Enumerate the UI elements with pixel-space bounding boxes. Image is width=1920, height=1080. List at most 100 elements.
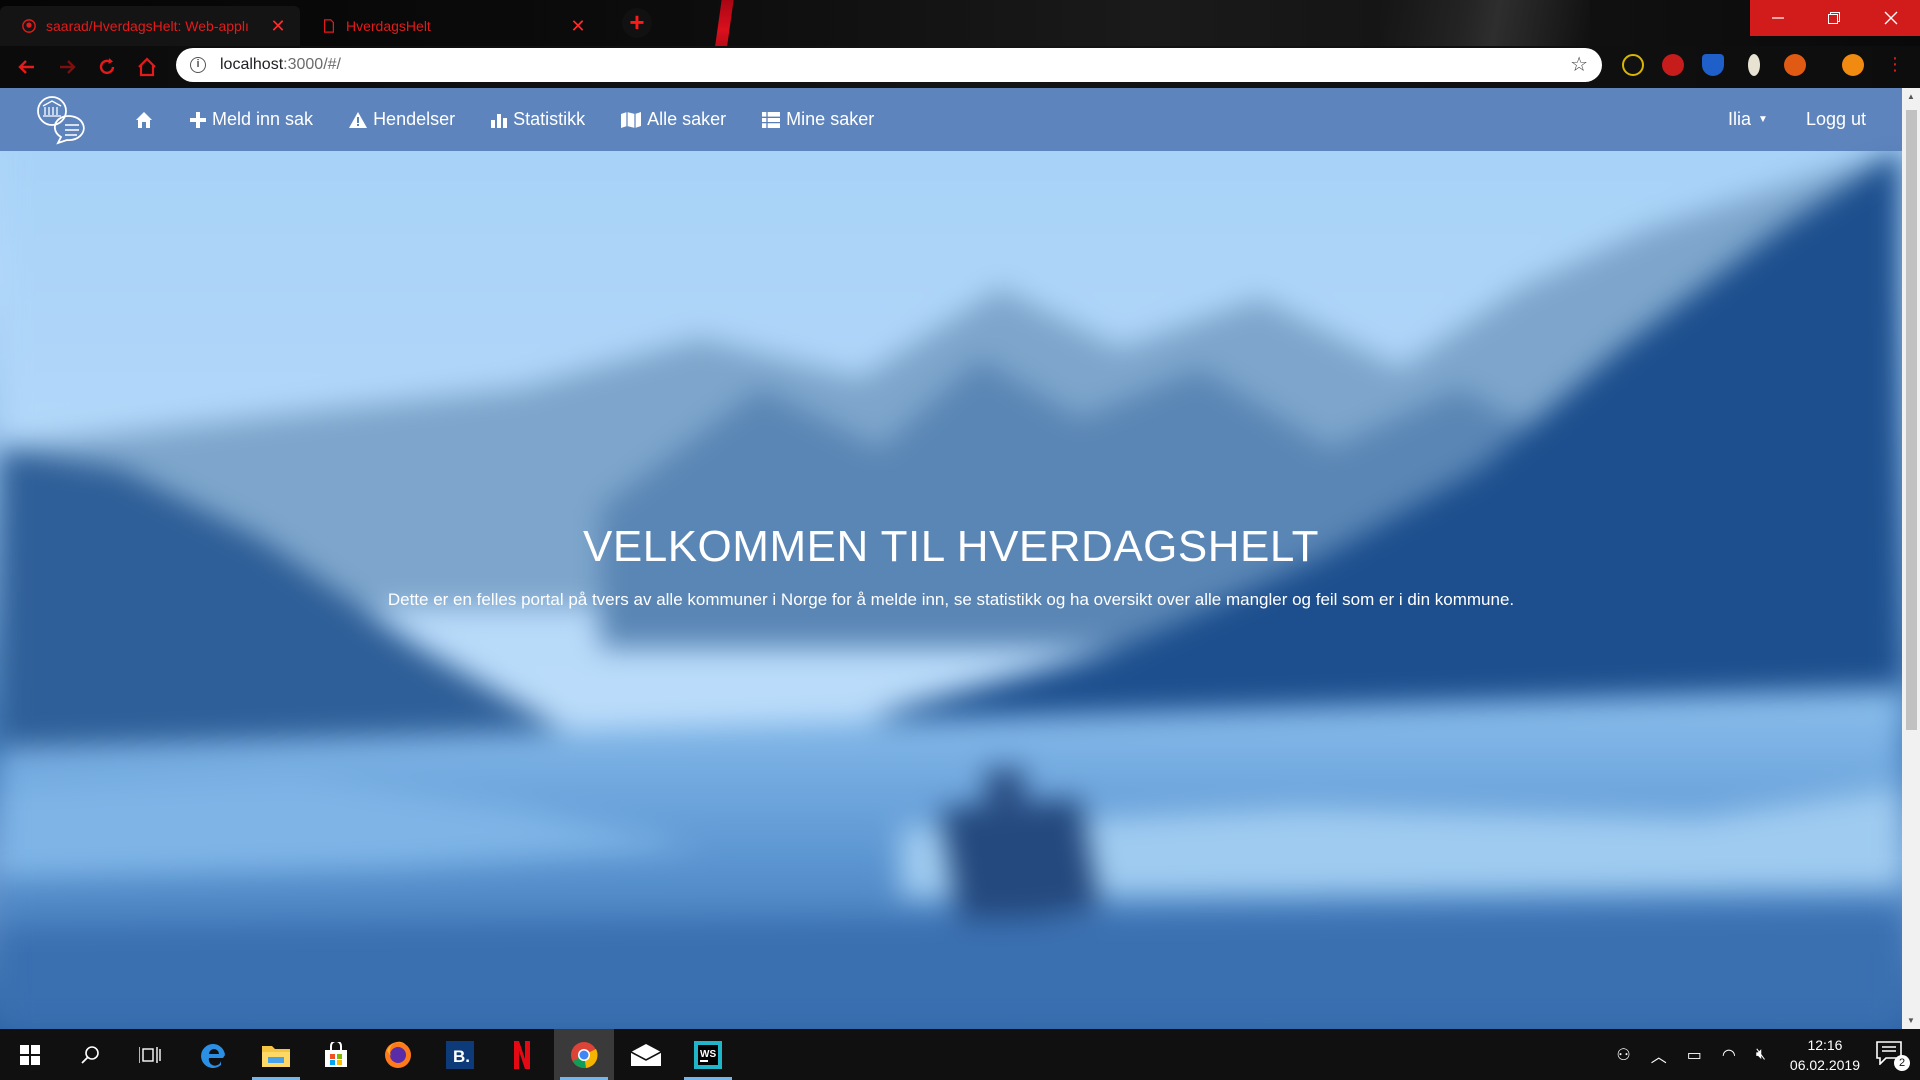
- chrome-icon: [571, 1041, 598, 1068]
- nav-label: Mine saker: [786, 109, 875, 129]
- caret-down-icon: ▼: [1758, 114, 1768, 125]
- action-center-button[interactable]: 2: [1876, 1040, 1910, 1071]
- close-icon: [1884, 11, 1898, 25]
- extension-check-icon[interactable]: [1622, 54, 1644, 76]
- bar-chart-icon: [491, 113, 508, 128]
- netflix-icon: [514, 1040, 530, 1069]
- github-icon: [22, 19, 36, 33]
- browser-tab-strip: saarad/HverdagsHelt: Web-applı ✕ Hverdag…: [0, 0, 1920, 46]
- scrollbar-thumb[interactable]: [1906, 110, 1917, 730]
- page-viewport: Meld inn sak Hendelser Statistikk Alle s…: [0, 88, 1902, 1029]
- taskbar-clock[interactable]: 12:16 06.02.2019: [1790, 1035, 1860, 1075]
- site-navbar: Meld inn sak Hendelser Statistikk Alle s…: [0, 88, 1902, 151]
- scroll-up-icon[interactable]: ▲: [1902, 92, 1920, 101]
- people-icon[interactable]: ⚇: [1616, 1045, 1630, 1065]
- nav-right: Ilia ▼ Logg ut: [1728, 88, 1866, 151]
- mail-icon: [631, 1043, 661, 1066]
- hero-section: VELKOMMEN TIL HVERDAGSHELT Dette er en f…: [0, 522, 1902, 610]
- tab-github[interactable]: saarad/HverdagsHelt: Web-applı ✕: [0, 6, 300, 46]
- restore-button[interactable]: [1806, 0, 1862, 36]
- nav-home[interactable]: [134, 88, 154, 151]
- task-view-button[interactable]: [120, 1029, 180, 1080]
- notification-count-badge: 2: [1894, 1054, 1910, 1071]
- nav-label: Hendelser: [373, 109, 456, 129]
- taskbar-mail[interactable]: [616, 1029, 676, 1080]
- taskbar-search-button[interactable]: [60, 1029, 120, 1080]
- plus-icon: [190, 111, 206, 128]
- url-text[interactable]: localhost:3000/#/: [220, 56, 1570, 74]
- home-outline-icon: [138, 57, 156, 77]
- minimize-icon: [1772, 17, 1784, 19]
- logout-link[interactable]: Logg ut: [1806, 109, 1866, 130]
- system-tray: ⚇ ︿ ▭ ◠ 🔇︎ 12:16 06.02.2019 2: [1606, 1029, 1920, 1080]
- page-scrollbar[interactable]: ▲ ▼: [1902, 88, 1920, 1029]
- battery-icon[interactable]: ▭: [1687, 1045, 1702, 1065]
- taskbar-netflix[interactable]: [492, 1029, 552, 1080]
- tab-close-icon[interactable]: ✕: [270, 17, 286, 35]
- url-path: :3000/#/: [283, 56, 341, 73]
- forward-arrow-icon: [60, 60, 76, 74]
- map-icon: [621, 111, 642, 128]
- wallpaper-streak: [708, 0, 736, 46]
- nav-label: Alle saker: [647, 109, 727, 129]
- address-bar[interactable]: i localhost:3000/#/ ☆: [176, 48, 1602, 82]
- nav-label: Meld inn sak: [212, 109, 314, 129]
- extension-orange-icon[interactable]: [1784, 54, 1806, 76]
- nav-statistikk[interactable]: Statistikk: [491, 88, 585, 151]
- windows-logo-icon: [20, 1044, 40, 1065]
- nav-label: Statistikk: [513, 109, 586, 129]
- reload-icon: [99, 58, 115, 75]
- home-button[interactable]: [136, 56, 158, 78]
- hero-subtitle: Dette er en felles portal på tvers av al…: [387, 590, 1515, 609]
- minimize-button[interactable]: [1750, 0, 1806, 36]
- taskbar-booking[interactable]: B.: [430, 1029, 490, 1080]
- tab-title: HverdagsHelt: [346, 18, 431, 34]
- user-menu-dropdown[interactable]: Ilia ▼: [1728, 109, 1768, 130]
- new-tab-button[interactable]: +: [622, 8, 652, 38]
- back-button[interactable]: [16, 56, 38, 78]
- bookmark-star-icon[interactable]: ☆: [1570, 55, 1588, 75]
- info-icon[interactable]: i: [190, 57, 206, 73]
- back-arrow-icon: [18, 60, 34, 74]
- nav-alle-saker[interactable]: Alle saker: [621, 88, 726, 151]
- tab-close-icon[interactable]: ✕: [570, 17, 586, 35]
- browser-menu-icon[interactable]: ⋮: [1886, 54, 1904, 76]
- forward-button[interactable]: [56, 56, 78, 78]
- close-window-button[interactable]: [1862, 0, 1920, 36]
- clock-time: 12:16: [1807, 1036, 1843, 1053]
- tab-hverdagshelt[interactable]: HverdagsHelt ✕: [300, 6, 600, 46]
- chevron-up-icon[interactable]: ︿: [1651, 1043, 1667, 1067]
- taskbar-file-explorer[interactable]: [246, 1029, 306, 1080]
- taskbar-edge[interactable]: [184, 1029, 244, 1080]
- volume-muted-icon[interactable]: 🔇︎: [1756, 1046, 1766, 1064]
- clock-date: 06.02.2019: [1789, 1056, 1860, 1073]
- search-icon: [81, 1045, 99, 1064]
- hverdagshelt-logo[interactable]: [33, 93, 85, 145]
- scroll-down-icon[interactable]: ▼: [1902, 1016, 1920, 1025]
- list-icon: [762, 111, 781, 128]
- taskbar-chrome[interactable]: [554, 1029, 614, 1080]
- taskbar-webstorm[interactable]: WS: [678, 1029, 738, 1080]
- taskbar-firefox[interactable]: [368, 1029, 428, 1080]
- tab-title: saarad/HverdagsHelt: Web-applı: [46, 18, 249, 34]
- restore-icon: [1828, 12, 1840, 24]
- extension-shield-icon[interactable]: [1702, 54, 1724, 76]
- edge-icon: [201, 1043, 225, 1068]
- wifi-icon[interactable]: ◠: [1722, 1045, 1736, 1065]
- wallpaper-sheen: [1380, 0, 1590, 46]
- reload-button[interactable]: [96, 56, 118, 78]
- nav-mine-saker[interactable]: Mine saker: [762, 88, 874, 151]
- booking-icon: B.: [446, 1040, 474, 1069]
- nav-hendelser[interactable]: Hendelser: [349, 88, 455, 151]
- nav-meld-inn-sak[interactable]: Meld inn sak: [190, 88, 313, 151]
- task-view-icon: [139, 1046, 161, 1063]
- profile-avatar[interactable]: [1842, 54, 1864, 76]
- taskbar-store[interactable]: [306, 1029, 366, 1080]
- webstorm-icon: WS: [694, 1040, 722, 1069]
- store-icon: [325, 1041, 347, 1067]
- url-host: localhost: [220, 56, 284, 73]
- warning-icon: [349, 111, 368, 128]
- extension-bottle-icon[interactable]: [1748, 54, 1760, 76]
- extension-adblock-icon[interactable]: [1662, 54, 1684, 76]
- start-button[interactable]: [0, 1029, 60, 1080]
